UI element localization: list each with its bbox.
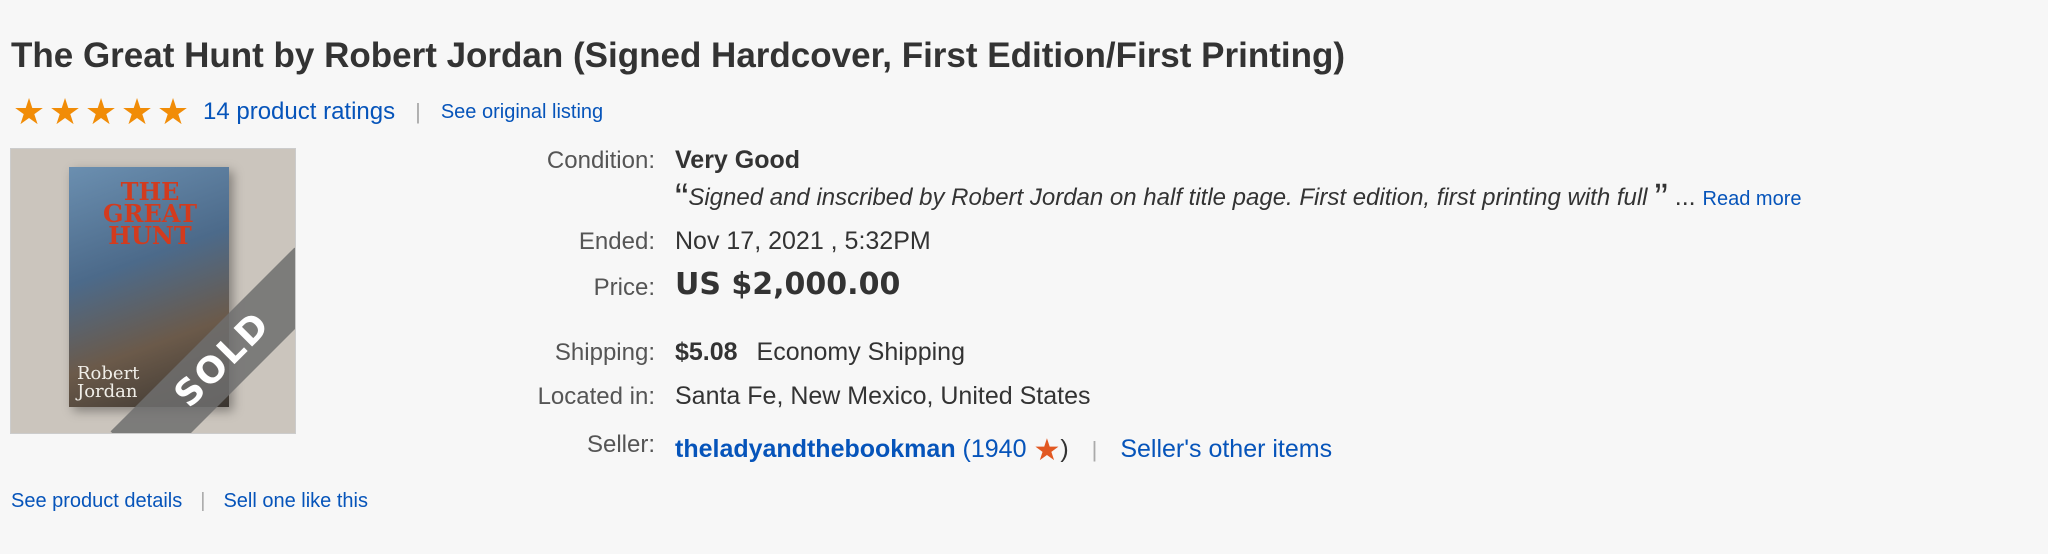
ellipsis: ...: [1674, 183, 1696, 211]
ended-value: Nov 17, 2021 , 5:32PM: [675, 227, 931, 255]
open-quote: “: [675, 176, 689, 220]
footer-links: See product details | Sell one like this: [11, 490, 368, 513]
description-text: Signed and inscribed by Robert Jordan on…: [688, 184, 1648, 211]
separator: |: [200, 490, 206, 512]
item-description: “Signed and inscribed by Robert Jordan o…: [675, 176, 1801, 221]
listing-title: The Great Hunt by Robert Jordan (Signed …: [11, 36, 1346, 75]
condition-label: Condition:: [546, 147, 655, 174]
seller-info: theladyandthebookman (1940 ★) | Seller's…: [675, 433, 1332, 468]
product-image[interactable]: THE GREAT HUNT Robert Jordan SOLD: [10, 148, 296, 434]
rating-row: ★ ★ ★ ★ ★ 14 product ratings | See origi…: [11, 94, 603, 130]
seller-name-link[interactable]: theladyandthebookman: [675, 435, 956, 463]
star-icon: ★: [120, 91, 154, 132]
star-icon: ★: [156, 91, 190, 132]
see-original-listing-link[interactable]: See original listing: [441, 101, 603, 124]
book-cover-title: THE GREAT HUNT: [103, 177, 197, 250]
feedback-star-icon: ★: [1033, 434, 1061, 467]
star-icon: ★: [48, 91, 82, 132]
shipping-value: $5.08 Economy Shipping: [675, 338, 965, 367]
product-ratings-link[interactable]: 14 product ratings: [203, 98, 395, 126]
location-value: Santa Fe, New Mexico, United States: [675, 382, 1091, 410]
seller-other-items-link[interactable]: Seller's other items: [1120, 435, 1332, 463]
shipping-cost: $5.08: [675, 338, 738, 366]
price-label: Price:: [593, 274, 655, 301]
seller-feedback-score: (1940: [962, 435, 1027, 463]
shipping-label: Shipping:: [554, 339, 655, 366]
seller-feedback-link[interactable]: (1940 ★): [962, 434, 1069, 467]
sell-one-like-this-link[interactable]: Sell one like this: [223, 490, 368, 513]
seller-label: Seller:: [586, 431, 655, 458]
condition-value: Very Good: [675, 146, 801, 174]
shipping-method: Economy Shipping: [756, 338, 965, 366]
ended-label: Ended:: [578, 228, 655, 255]
star-icon: ★: [84, 91, 118, 132]
feedback-close-paren: ): [1060, 435, 1069, 463]
separator: |: [1091, 437, 1098, 462]
close-quote: ”: [1654, 176, 1668, 220]
see-product-details-link[interactable]: See product details: [11, 490, 182, 513]
star-rating[interactable]: ★ ★ ★ ★ ★: [11, 94, 191, 130]
price-value: US $2,000.00: [675, 267, 901, 302]
read-more-link[interactable]: Read more: [1703, 188, 1802, 210]
separator: |: [415, 99, 421, 124]
location-label: Located in:: [537, 383, 655, 410]
star-icon: ★: [12, 91, 46, 132]
